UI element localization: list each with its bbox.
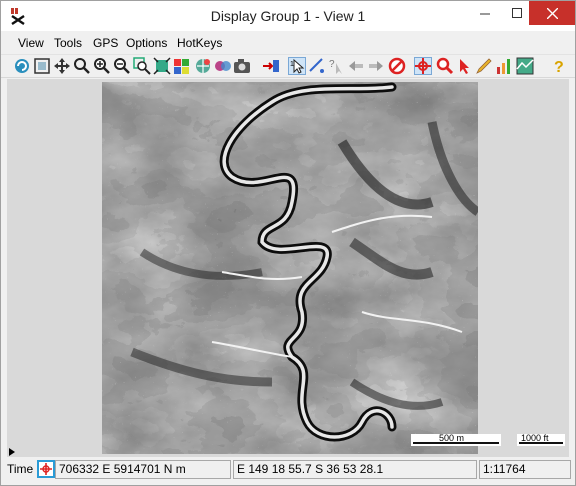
time-label: Time — [7, 462, 34, 476]
scalebar-metric: 500 m — [411, 433, 501, 446]
close-button[interactable] — [529, 1, 575, 25]
redraw-icon[interactable] — [13, 57, 31, 75]
menu-hotkeys[interactable]: HotKeys — [177, 36, 222, 50]
menu-bar: View Tools GPS Options HotKeys — [1, 33, 575, 53]
forward-icon[interactable] — [367, 57, 385, 75]
scalebar-metric-label: 500 m — [439, 433, 465, 443]
map-scale: 1:11764 — [479, 460, 571, 479]
menu-view[interactable]: View — [18, 36, 44, 50]
zoom-box-icon[interactable] — [133, 57, 151, 75]
snapshot-icon[interactable] — [214, 57, 232, 75]
zoom-extent-icon[interactable] — [73, 57, 91, 75]
projected-coordinates: 706332 E 5914701 N m — [55, 460, 231, 479]
toolbar: 1 ? ? — [1, 54, 575, 78]
settings-icon[interactable] — [495, 57, 513, 75]
menu-gps[interactable]: GPS — [93, 36, 118, 50]
zoom-magnifier-icon[interactable] — [436, 57, 454, 75]
pointer-icon[interactable] — [456, 57, 474, 75]
minimize-button[interactable] — [469, 1, 501, 25]
scalebar-imperial: 1000 ft — [517, 433, 565, 446]
app-window: Display Group 1 - View 1 View Tools GPS … — [0, 0, 576, 486]
svg-text:?: ? — [554, 59, 564, 75]
title-bar: Display Group 1 - View 1 — [1, 1, 575, 31]
terrain-raster-map[interactable] — [102, 82, 478, 454]
zoom-in-icon[interactable] — [93, 57, 111, 75]
geographic-coordinates: E 149 18 55.7 S 36 53 28.1 — [233, 460, 477, 479]
back-icon[interactable] — [347, 57, 365, 75]
crosshair-icon[interactable] — [414, 57, 432, 75]
full-view-icon[interactable] — [33, 57, 51, 75]
raster-icon[interactable] — [516, 57, 534, 75]
menu-tools[interactable]: Tools — [54, 36, 82, 50]
edit-pen-icon[interactable] — [475, 57, 493, 75]
select-tool-icon[interactable]: 1 — [288, 57, 306, 75]
gps-crosshair-icon[interactable] — [37, 460, 55, 478]
status-bar: Time 706332 E 5914701 N m E 149 18 55.7 … — [5, 459, 573, 481]
measure-icon[interactable] — [308, 57, 326, 75]
help-icon[interactable]: ? — [550, 57, 568, 76]
svg-text:1: 1 — [290, 61, 294, 68]
add-layer-icon[interactable] — [262, 57, 280, 75]
pan-icon[interactable] — [53, 57, 71, 75]
scalebar-imperial-label: 1000 ft — [521, 433, 549, 443]
map-canvas[interactable]: 500 m 1000 ft — [7, 79, 569, 457]
spatial-data-icon[interactable] — [194, 57, 212, 75]
camera-icon[interactable] — [233, 57, 251, 75]
cancel-icon[interactable] — [388, 57, 406, 75]
layer-controls-icon[interactable] — [173, 57, 191, 75]
help-cursor-icon[interactable]: ? — [327, 57, 345, 75]
menu-options[interactable]: Options — [126, 36, 167, 50]
expand-arrow-icon[interactable] — [9, 445, 15, 456]
svg-text:?: ? — [329, 59, 335, 70]
zoom-fit-icon[interactable] — [153, 57, 171, 75]
zoom-out-icon[interactable] — [113, 57, 131, 75]
